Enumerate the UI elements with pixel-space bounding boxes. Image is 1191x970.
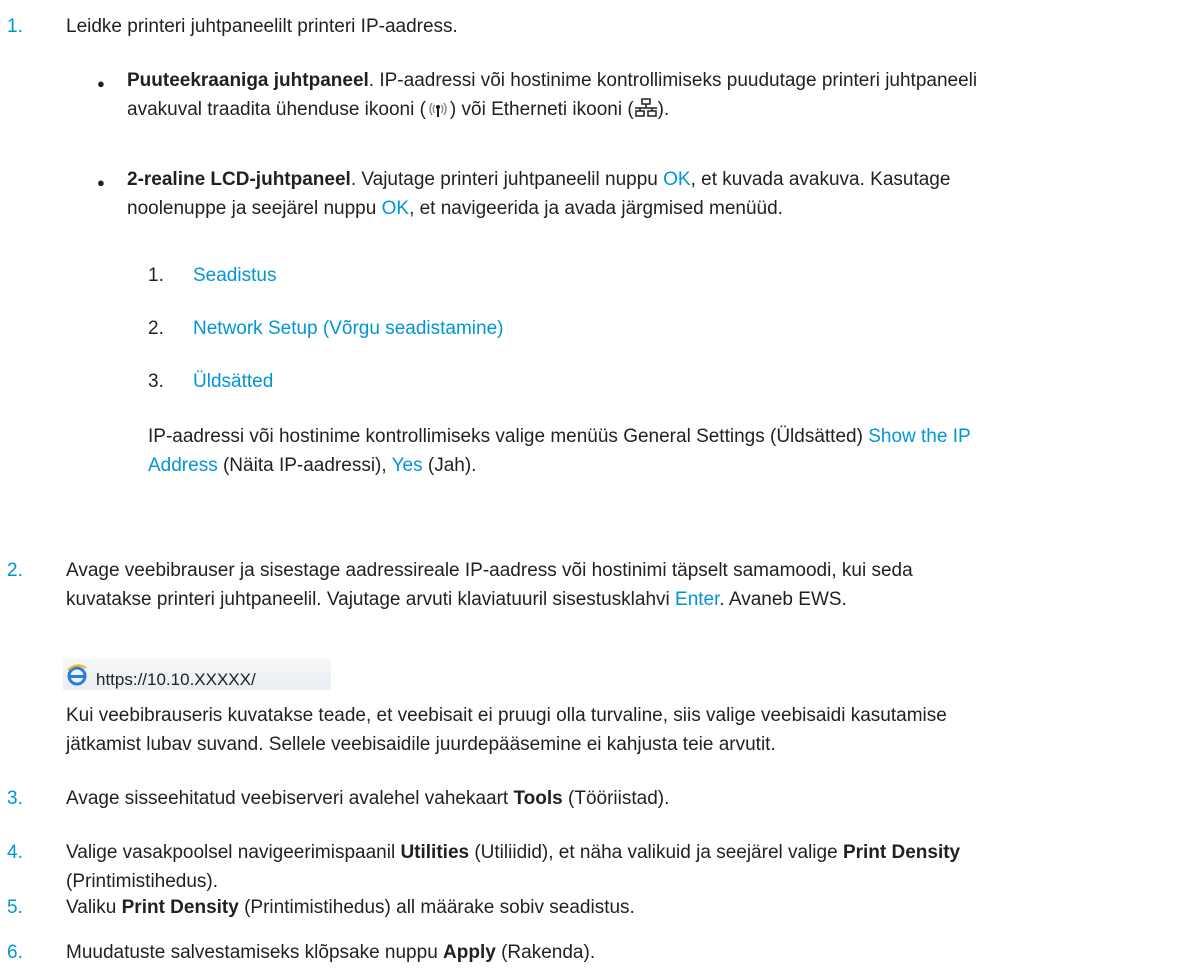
utilities-label: Utilities [400,842,470,863]
step-number: 4. [7,842,23,863]
ethernet-icon [634,98,658,127]
internet-explorer-icon [66,664,88,695]
step-text: Avage veebibrauser ja sisestage aadressi… [66,560,913,610]
address-url: https://10.10.XXXXX/ [96,670,256,689]
step-text: Leidke printeri juhtpaneelilt printeri I… [66,16,458,37]
step-number: 3. [7,788,23,809]
step-text: Muudatuste salvestamiseks klõpsake nuppu… [66,942,596,963]
bullet-text: Puuteekraaniga juhtpaneel. IP-aadressi v… [127,66,1163,127]
show-ip-menu: Show the IP [868,426,971,447]
security-note: Kui veebibrauseris kuvatakse teade, et v… [66,705,947,755]
menu-number: 1. [148,265,164,286]
print-density-label: Print Density [842,842,961,863]
address-bar: https://10.10.XXXXX/ [66,664,256,695]
bullet-title: 2-realine LCD-juhtpaneel [127,169,351,190]
step-number: 5. [7,897,23,918]
bullet-dot: ● [97,76,105,91]
menu-item-seadistus: Seadistus [193,265,277,286]
step-number: 2. [7,560,23,581]
menu-number: 2. [148,318,164,339]
enter-key: Enter [675,589,720,610]
bullet-dot: ● [97,175,105,190]
bullet-title: Puuteekraaniga juhtpaneel [127,70,369,91]
step-number: 1. [7,16,23,37]
menu-number: 3. [148,371,164,392]
menu-item-uldsatted: Üldsätted [193,371,274,392]
step-text: Valige vasakpoolsel navigeerimispaanil U… [66,842,961,892]
step-text: Avage sisseehitatud veebiserveri avalehe… [66,788,670,809]
print-density-label: Print Density [121,897,239,918]
ok-key: OK [381,198,410,219]
menu-item-network-setup: Network Setup (Võrgu seadistamine) [193,318,504,339]
step-text: Valiku Print Density (Printimistihedus) … [66,897,635,918]
ip-note: IP-aadressi või hostinime kontrollimisek… [148,426,971,476]
ok-key: OK [663,169,691,190]
apply-button-label: Apply [443,942,496,963]
wireless-icon [426,98,450,127]
tools-tab-label: Tools [513,788,563,809]
yes-option: Yes [391,455,423,476]
bullet-text: 2-realine LCD-juhtpaneel. Vajutage print… [127,169,951,219]
step-number: 6. [7,942,23,963]
